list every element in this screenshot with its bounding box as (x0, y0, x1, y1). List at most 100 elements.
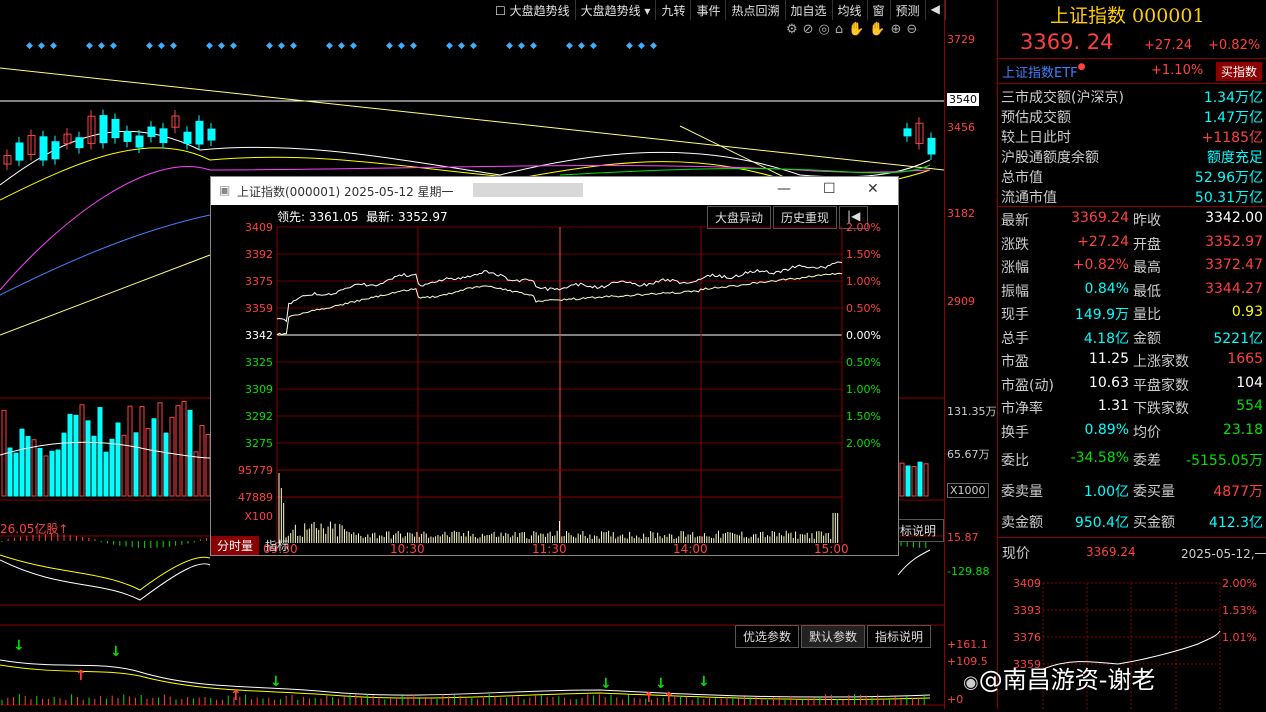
y-tick-right: 1.00% (846, 275, 881, 288)
toolbar-item-jiuzhuan[interactable]: 九转 (656, 0, 692, 20)
quote-value: 3369.24 (1071, 210, 1129, 226)
maximize-icon[interactable]: ☐ (823, 181, 836, 197)
y-tick-right: 1.50% (846, 248, 881, 261)
quote-value: 3352.97 (1205, 233, 1263, 250)
signal-marker: ◆ (518, 41, 525, 51)
collapse-icon[interactable]: ◀ (926, 0, 946, 20)
quote-row: 市盈 11.25 上涨家数 1665 (998, 349, 1266, 371)
toolbar-item-events[interactable]: 事件 (691, 0, 727, 20)
signal-arrow-icon: ↑ (663, 690, 675, 706)
y-tick-right: 1.50% (846, 410, 881, 423)
quote-key: 金额 (1133, 330, 1161, 347)
trend-select[interactable]: 大盘趋势线 ▾ (576, 0, 657, 20)
stat-key: 预估成交额 (1001, 110, 1071, 126)
etf-link[interactable]: 上证指数ETF● (1002, 62, 1086, 81)
y-tick-left: 3309 (245, 383, 273, 396)
volume-bar (199, 424, 205, 497)
quote-key: 委卖量 (1001, 484, 1043, 500)
volume-bar (91, 435, 97, 497)
signal-marker: ◆ (566, 41, 573, 51)
volume-bar (175, 405, 181, 497)
volume-bar (917, 461, 923, 497)
chart-toolbar: ☐ 大盘趋势线 大盘趋势线 ▾ 九转 事件 热点回溯 加自选 均线 窗 预测 ◀ (490, 0, 946, 20)
signal-marker: ◆ (170, 41, 177, 51)
y-tick-left: 3392 (245, 248, 273, 261)
bottom-indicator-line (0, 659, 931, 698)
indicator-line (0, 549, 931, 601)
volume-bar (103, 451, 109, 497)
quote-key: 平盘家数 (1133, 377, 1189, 394)
quote-value: 0.84% (1084, 280, 1129, 297)
signal-arrow-icon: ↑ (643, 690, 655, 706)
signal-marker: ◆ (278, 41, 285, 51)
candle-body (159, 128, 168, 144)
weibo-icon: ◉ (963, 672, 979, 693)
quote-key: 最低 (1133, 283, 1161, 300)
y-tick-left: 3325 (245, 356, 273, 369)
volume-bar (157, 402, 163, 497)
stat-row: 流通市值 50.31万亿 (998, 185, 1266, 207)
signal-marker: ◆ (326, 41, 333, 51)
volume-unit: X1000 (947, 483, 989, 498)
indicator-tick: 15.87 (947, 531, 979, 544)
signal-marker: ◆ (50, 41, 57, 51)
volume-bar (145, 428, 151, 497)
candle-body (123, 131, 132, 142)
volume-bar (923, 463, 929, 497)
candle-body (51, 141, 60, 160)
toolbar-item-forecast[interactable]: 预测 (891, 0, 926, 20)
stat-key: 三市成交额(沪深京) (1001, 90, 1124, 106)
popup-titlebar[interactable]: ▣ 上证指数(000001) 2025-05-12 星期一 — ☐ ✕ (211, 177, 898, 205)
quote-key: 均价 (1133, 424, 1161, 441)
indicator-help-button[interactable]: 指标说明 (867, 625, 932, 648)
vol-tick: 95779 (238, 464, 273, 477)
toolbar-item-ma[interactable]: 均线 (833, 0, 868, 20)
signal-marker: ◆ (638, 41, 645, 51)
signal-marker: ◆ (26, 41, 33, 51)
volume-bar (151, 418, 157, 497)
signal-marker: ◆ (230, 41, 237, 51)
optimal-params-button[interactable]: 优选参数 (735, 625, 800, 648)
quote-value: +27.24 (1077, 233, 1129, 250)
signal-arrow-icon: ↑ (75, 668, 87, 684)
tab-indicator[interactable]: 指标 (259, 536, 295, 555)
tab-volume[interactable]: 分时量 (211, 536, 260, 555)
quote-row: 涨幅 +0.82% 最高 3372.47 (998, 255, 1266, 277)
quote-row: 涨跌 +27.24 开盘 3352.97 (998, 232, 1266, 254)
candle-body (207, 128, 216, 141)
toolbar-item-window[interactable]: 窗 (868, 0, 891, 20)
buy-index-button[interactable]: 买指数 (1216, 62, 1263, 81)
close-icon[interactable]: ✕ (867, 181, 879, 197)
price-tick-highlight: 3540 (947, 93, 979, 106)
quote-value: 1665 (1227, 351, 1263, 367)
trend-line (0, 67, 945, 171)
quote-row: 总手 4.18亿 金额 5221亿 (998, 326, 1266, 348)
volume-bar (163, 432, 169, 497)
vol-tick: X100 (244, 510, 273, 523)
moving-average-line (0, 214, 211, 296)
signal-marker: ◆ (446, 41, 453, 51)
candle-body (15, 142, 24, 161)
toolbar-item-add-watch[interactable]: 加自选 (786, 0, 833, 20)
intraday-popup-window[interactable]: ▣ 上证指数(000001) 2025-05-12 星期一 — ☐ ✕ 领先: … (210, 176, 899, 556)
quote-key: 最高 (1133, 260, 1161, 276)
quote-key: 总手 (1001, 330, 1029, 347)
minimize-icon[interactable]: — (777, 181, 791, 197)
volume-bar (31, 439, 37, 497)
trend-checkbox[interactable]: ☐ 大盘趋势线 (490, 0, 576, 20)
quote-key: 卖金额 (1001, 515, 1043, 531)
signal-marker: ◆ (386, 41, 393, 51)
stat-key: 流通市值 (1001, 190, 1057, 206)
chart-tool-icons[interactable]: ⚙⊘◎⌂✋✋⊕⊖ (786, 22, 922, 37)
quote-row: 市盈(动) 10.63 平盘家数 104 (998, 373, 1266, 395)
quote-row: 最新 3369.24 昨收 3342.00 (998, 208, 1266, 230)
quote-key: 市净率 (1001, 401, 1043, 417)
candle-body (183, 131, 192, 144)
quote-value: 0.89% (1084, 421, 1129, 438)
indicator-tick: -129.88 (947, 565, 990, 578)
toolbar-item-hot-review[interactable]: 热点回溯 (726, 0, 786, 20)
default-params-button[interactable]: 默认参数 (801, 625, 866, 648)
price-change: +27.24 (1144, 38, 1193, 53)
signal-arrow-icon: ↓ (13, 638, 25, 654)
volume-bar (19, 428, 25, 497)
